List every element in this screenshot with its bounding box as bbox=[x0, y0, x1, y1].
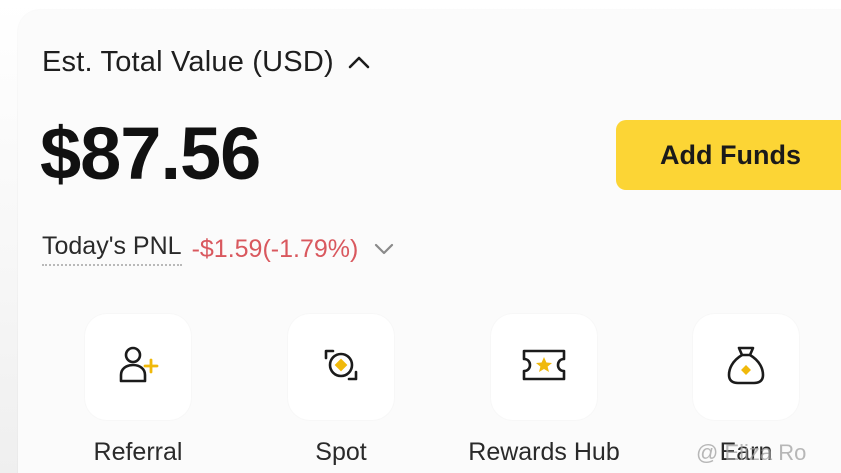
est-total-value-row[interactable]: Est. Total Value (USD) bbox=[42, 44, 370, 80]
shortcut-rewards-hub-button[interactable] bbox=[491, 314, 597, 420]
shortcut-rewards-hub-label: Rewards Hub bbox=[468, 438, 620, 466]
shortcut-earn-button[interactable] bbox=[693, 314, 799, 420]
shortcut-referral-button[interactable] bbox=[85, 314, 191, 420]
add-funds-button[interactable]: Add Funds bbox=[616, 120, 841, 190]
add-user-icon bbox=[116, 343, 160, 392]
shortcut-spot-button[interactable] bbox=[288, 314, 394, 420]
ticket-star-icon bbox=[520, 345, 568, 390]
money-bag-icon bbox=[724, 342, 768, 393]
shortcut-spot-label: Spot bbox=[315, 438, 367, 466]
shortcut-referral-label: Referral bbox=[93, 438, 183, 466]
pnl-value: -$1.59(-1.79%) bbox=[191, 234, 359, 263]
pnl-row[interactable]: Today's PNL -$1.59(-1.79%) bbox=[42, 231, 396, 267]
watermark: @ Eliza Ro bbox=[696, 440, 807, 465]
chevron-up-icon[interactable] bbox=[348, 51, 370, 73]
pnl-label[interactable]: Today's PNL bbox=[42, 232, 182, 266]
total-balance: $87.56 bbox=[40, 112, 261, 195]
chevron-down-icon[interactable] bbox=[372, 237, 396, 261]
est-total-value-label: Est. Total Value (USD) bbox=[42, 45, 334, 78]
spot-exchange-icon bbox=[318, 342, 364, 393]
